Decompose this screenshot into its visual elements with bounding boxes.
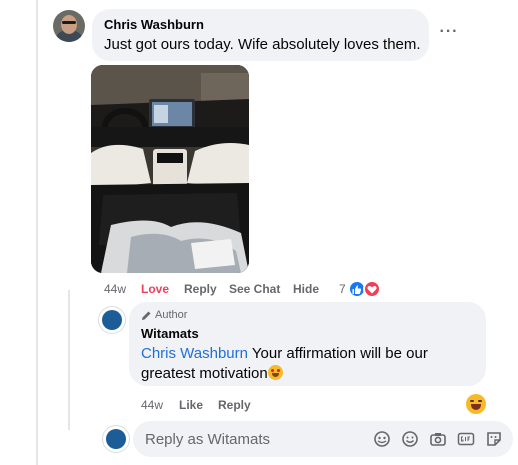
thread-line <box>36 0 38 465</box>
witamats-avatar[interactable] <box>98 306 126 334</box>
reply-author-name[interactable]: Witamats <box>141 325 474 342</box>
reply-composer[interactable] <box>133 421 513 457</box>
love-reaction-icon <box>363 280 381 298</box>
camera-icon[interactable] <box>429 430 447 448</box>
car-interior-image <box>91 65 249 273</box>
author-badge-label: Author <box>155 309 188 321</box>
comment-author-name[interactable]: Chris Washburn <box>104 17 417 33</box>
reply-input[interactable] <box>145 429 365 449</box>
commenter-avatar[interactable] <box>53 10 85 42</box>
avatar-glasses <box>62 21 76 24</box>
reply-reply-button[interactable]: Reply <box>218 398 251 412</box>
gif-icon[interactable] <box>457 430 475 448</box>
comment-text: Just got ours today. Wife absolutely lov… <box>104 36 421 53</box>
more-options-button[interactable]: ··· <box>438 24 460 44</box>
emoji-icon[interactable] <box>401 430 419 448</box>
comment-photo[interactable] <box>91 65 249 273</box>
heart-eyes-emoji-icon <box>267 365 283 380</box>
hide-button[interactable]: Hide <box>293 282 319 296</box>
reply-button[interactable]: Reply <box>184 282 217 296</box>
reply-text-block: Chris Washburn Your affirmation will be … <box>141 344 474 384</box>
witamats-logo-icon <box>102 310 122 330</box>
reaction-summary[interactable]: 7 <box>339 279 389 299</box>
love-button[interactable]: Love <box>141 282 169 296</box>
avatar-sticker-icon[interactable] <box>373 430 391 448</box>
witamats-logo-icon <box>106 429 126 449</box>
reply-timestamp[interactable]: 44w <box>141 398 163 412</box>
comment-timestamp[interactable]: 44w <box>104 282 126 296</box>
mention-link[interactable]: Chris Washburn <box>141 345 248 362</box>
composer-avatar[interactable] <box>102 425 130 453</box>
reaction-count: 7 <box>339 282 346 296</box>
pen-icon <box>142 311 151 320</box>
sticker-icon[interactable] <box>485 430 503 448</box>
author-badge: Author <box>141 308 474 322</box>
reply-like-button[interactable]: Like <box>179 398 203 412</box>
reply-bubble: Author Witamats Chris Washburn Your affi… <box>129 302 486 386</box>
reply-thread-line <box>68 290 70 430</box>
see-chat-button[interactable]: See Chat <box>229 282 280 296</box>
comment-bubble: Chris Washburn Just got ours today. Wife… <box>92 9 429 61</box>
laugh-emoji-icon[interactable] <box>466 394 486 414</box>
avatar-face <box>61 15 77 34</box>
